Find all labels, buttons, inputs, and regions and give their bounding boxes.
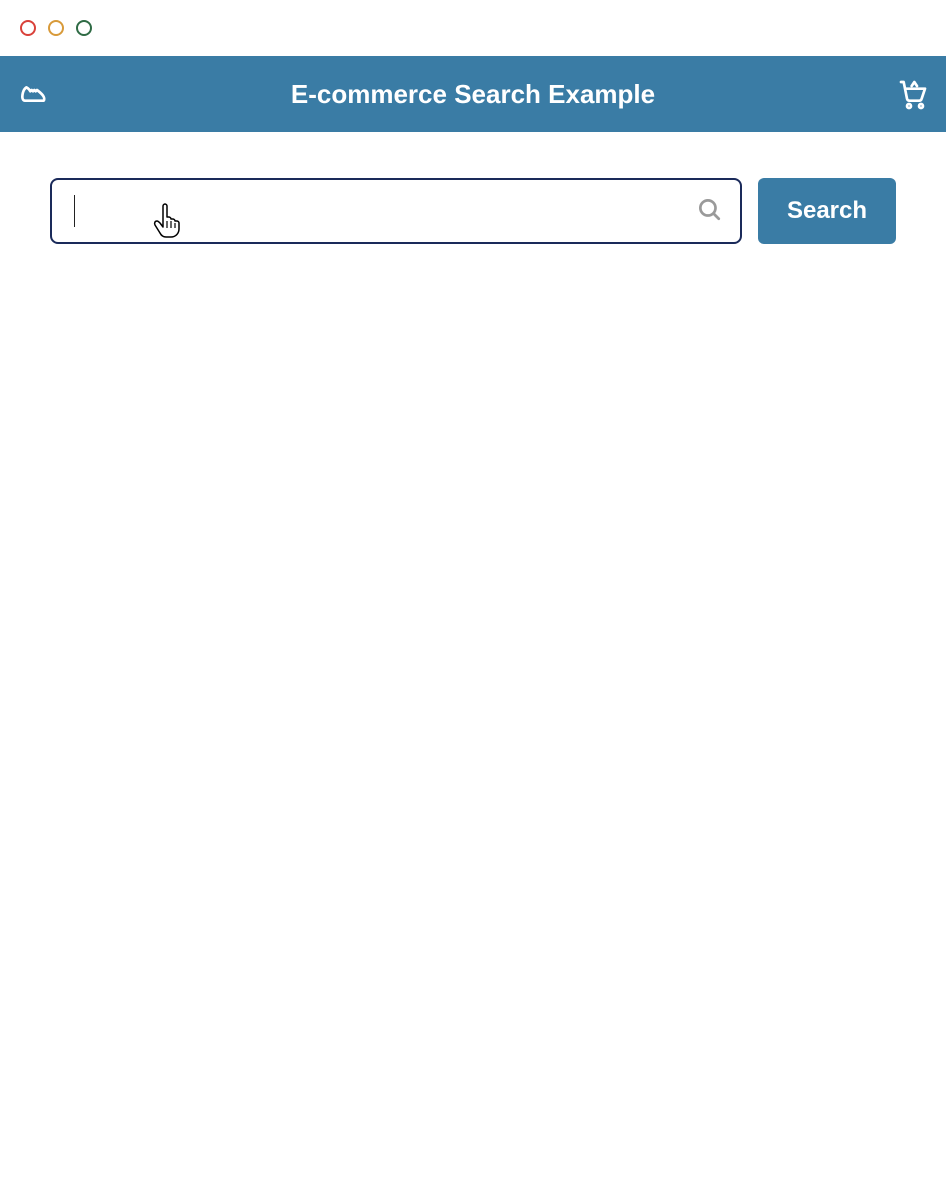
cart-icon[interactable] — [896, 77, 930, 111]
search-box[interactable] — [50, 178, 742, 244]
close-window-button[interactable] — [20, 20, 36, 36]
maximize-window-button[interactable] — [76, 20, 92, 36]
search-row: Search — [50, 178, 896, 244]
minimize-window-button[interactable] — [48, 20, 64, 36]
search-icon[interactable] — [696, 196, 722, 227]
shoe-icon[interactable] — [16, 77, 50, 111]
search-input[interactable] — [70, 198, 696, 224]
app-bar: E-commerce Search Example — [0, 56, 946, 132]
window-titlebar — [0, 0, 946, 56]
main-content: Search — [0, 132, 946, 244]
search-button[interactable]: Search — [758, 178, 896, 244]
text-caret — [74, 195, 75, 227]
app-title: E-commerce Search Example — [50, 79, 896, 110]
